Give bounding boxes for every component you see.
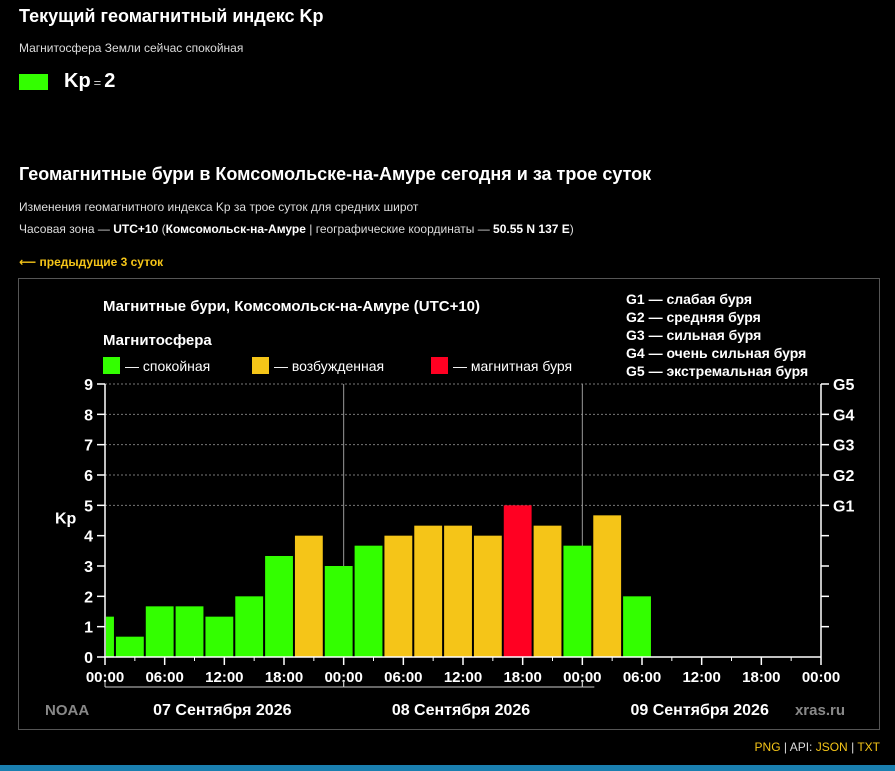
g-level-label-G5: G5 — [833, 377, 854, 394]
y-tick-label-0: 0 — [84, 650, 93, 667]
kp-bar-5 — [235, 596, 264, 657]
x-tick-label-2: 12:00 — [205, 669, 243, 686]
tz-value: UTC+10 — [113, 222, 159, 236]
x-tick-label-12: 00:00 — [802, 669, 840, 686]
kp-label: Kp — [64, 70, 91, 92]
y-tick-label-5: 5 — [84, 498, 93, 515]
tz-mid: | географические координаты — — [305, 222, 494, 236]
kp-bar-11 — [414, 525, 443, 657]
x-tick-label-3: 18:00 — [265, 669, 303, 686]
legend-swatch-0 — [103, 357, 120, 374]
footer-separator: | — [783, 740, 788, 754]
legend-swatch-2 — [431, 357, 448, 374]
bottom-bar — [0, 765, 895, 771]
x-tick-label-9: 06:00 — [623, 669, 661, 686]
previous-3-days-link[interactable]: ⟵ предыдущие 3 суток — [19, 255, 163, 269]
kp-bar-6 — [265, 555, 293, 657]
kp-bar-3 — [175, 606, 204, 657]
kp-bar-9 — [354, 545, 383, 657]
x-tick-label-10: 12:00 — [682, 669, 720, 686]
source-xras: xras.ru — [795, 702, 845, 719]
kp-chart: Магнитные бури, Комсомольск-на-Амуре (UT… — [45, 291, 854, 719]
y-tick-label-3: 3 — [84, 559, 93, 576]
g-level-label-G3: G3 — [833, 438, 854, 455]
kp-bar-0 — [106, 616, 114, 657]
y-tick-label-7: 7 — [84, 438, 93, 455]
y-tick-label-4: 4 — [84, 529, 93, 546]
kp-color-swatch — [19, 74, 48, 90]
kp-bar-16 — [563, 545, 592, 657]
kp-bar-10 — [384, 535, 413, 657]
x-tick-label-11: 18:00 — [742, 669, 780, 686]
section-description: Изменения геомагнитного индекса Kp за тр… — [19, 200, 419, 214]
g-legend-2: G2 — средняя буря — [626, 309, 761, 325]
g-level-label-G2: G2 — [833, 468, 854, 485]
footer-separator-2: | — [851, 740, 855, 754]
kp-bar-13 — [473, 535, 502, 657]
chart-title: Магнитные бури, Комсомольск-на-Амуре (UT… — [103, 298, 480, 315]
day-label-2: 09 Сентября 2026 — [630, 702, 768, 719]
y-tick-label-2: 2 — [84, 589, 93, 606]
y-tick-label-6: 6 — [84, 468, 93, 485]
tz-close: ) — [569, 222, 574, 236]
json-link[interactable]: JSON — [816, 740, 848, 754]
y-tick-label-8: 8 — [84, 407, 93, 424]
g-legend-5: G5 — экстремальная буря — [626, 363, 808, 379]
legend-label-1: — возбужденная — [274, 358, 384, 374]
png-link[interactable]: PNG — [755, 740, 781, 754]
kp-bar-7 — [294, 535, 323, 657]
kp-bar-12 — [444, 525, 472, 657]
legend-label-2: — магнитная буря — [453, 358, 572, 374]
g-legend-4: G4 — очень сильная буря — [626, 345, 806, 361]
footer-links: PNG | API: JSON | TXT — [755, 740, 880, 754]
source-noaa: NOAA — [45, 702, 89, 719]
kp-bar-8 — [324, 566, 353, 657]
legend-label-0: — спокойная — [125, 358, 210, 374]
g-legend-3: G3 — сильная буря — [626, 327, 761, 343]
kp-equals: = — [93, 75, 102, 90]
x-tick-label-7: 18:00 — [503, 669, 541, 686]
timezone-line: Часовая зона — UTC+10 (Комсомольск-на-Ам… — [19, 222, 574, 236]
x-tick-label-6: 12:00 — [444, 669, 482, 686]
g-level-label-G1: G1 — [833, 498, 854, 515]
kp-chart-frame: Магнитные бури, Комсомольск-на-Амуре (UT… — [18, 278, 880, 730]
kp-bar-2 — [145, 606, 174, 657]
x-tick-label-5: 06:00 — [384, 669, 422, 686]
section-title: Геомагнитные бури в Комсомольске-на-Амур… — [19, 164, 652, 184]
tz-prefix: Часовая зона — — [19, 222, 114, 236]
kp-bar-17 — [593, 515, 622, 657]
y-tick-label-9: 9 — [84, 377, 93, 394]
kp-number: 2 — [104, 70, 116, 92]
tz-city-open: ( — [158, 222, 166, 236]
y-axis-label: Kp — [55, 511, 77, 528]
day-label-1: 08 Сентября 2026 — [392, 702, 530, 719]
kp-bar-18 — [623, 596, 651, 657]
tz-city: Комсомольск-на-Амуре — [165, 222, 306, 236]
coordinates: 50.55 N 137 E — [493, 222, 570, 236]
api-label: API: — [789, 740, 813, 754]
kp-bar-15 — [533, 525, 562, 657]
x-tick-label-1: 06:00 — [145, 669, 183, 686]
page-title: Текущий геомагнитный индекс Kp — [19, 6, 324, 26]
txt-link[interactable]: TXT — [857, 740, 880, 754]
legend-swatch-1 — [252, 357, 269, 374]
day-label-0: 07 Сентября 2026 — [153, 702, 291, 719]
kp-bar-4 — [205, 616, 234, 657]
y-tick-label-1: 1 — [84, 620, 93, 637]
legend-title: Магнитосфера — [103, 332, 212, 349]
magnetosphere-status: Магнитосфера Земли сейчас спокойная — [19, 41, 244, 55]
g-level-label-G4: G4 — [833, 407, 854, 424]
kp-current-value: Kp = 2 — [64, 70, 115, 93]
kp-bar-14 — [503, 505, 532, 657]
g-legend-1: G1 — слабая буря — [626, 291, 752, 307]
kp-bar-1 — [115, 636, 144, 657]
